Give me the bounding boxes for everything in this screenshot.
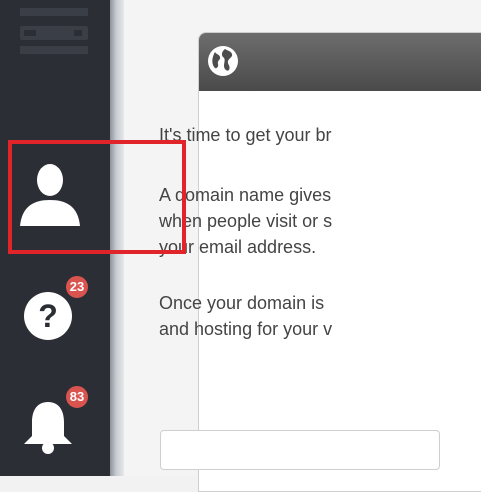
- card-text-line: when people visit or s: [159, 211, 333, 231]
- card-intro-text: It's time to get your br: [159, 125, 332, 145]
- sidebar-edge: [110, 0, 124, 476]
- globe-icon: [208, 46, 238, 76]
- server-icon[interactable]: [18, 6, 90, 58]
- sidebar: ? 23 83: [0, 0, 110, 476]
- card-paragraph-2: A domain name gives when people visit or…: [159, 182, 332, 260]
- domain-card: [198, 32, 481, 492]
- card-text-line: A domain name gives: [159, 185, 332, 205]
- nav-help-button[interactable]: ? 23: [14, 274, 90, 350]
- card-header: [199, 33, 481, 91]
- card-text-line: your email address.: [159, 237, 317, 257]
- main-content: It's time to get your br A domain name g…: [124, 0, 481, 492]
- card-text-line: and hosting for your v: [159, 319, 333, 339]
- notifications-count-badge: 83: [64, 384, 90, 410]
- user-icon: [20, 164, 80, 226]
- card-paragraph-3: Once your domain is and hosting for your…: [159, 290, 332, 342]
- nav-profile-button[interactable]: [14, 160, 86, 232]
- help-count-badge: 23: [64, 274, 90, 300]
- domain-input[interactable]: [160, 430, 440, 470]
- nav-notifications-button[interactable]: 83: [14, 384, 90, 460]
- svg-text:?: ?: [38, 298, 58, 334]
- card-text-line: Once your domain is: [159, 293, 325, 313]
